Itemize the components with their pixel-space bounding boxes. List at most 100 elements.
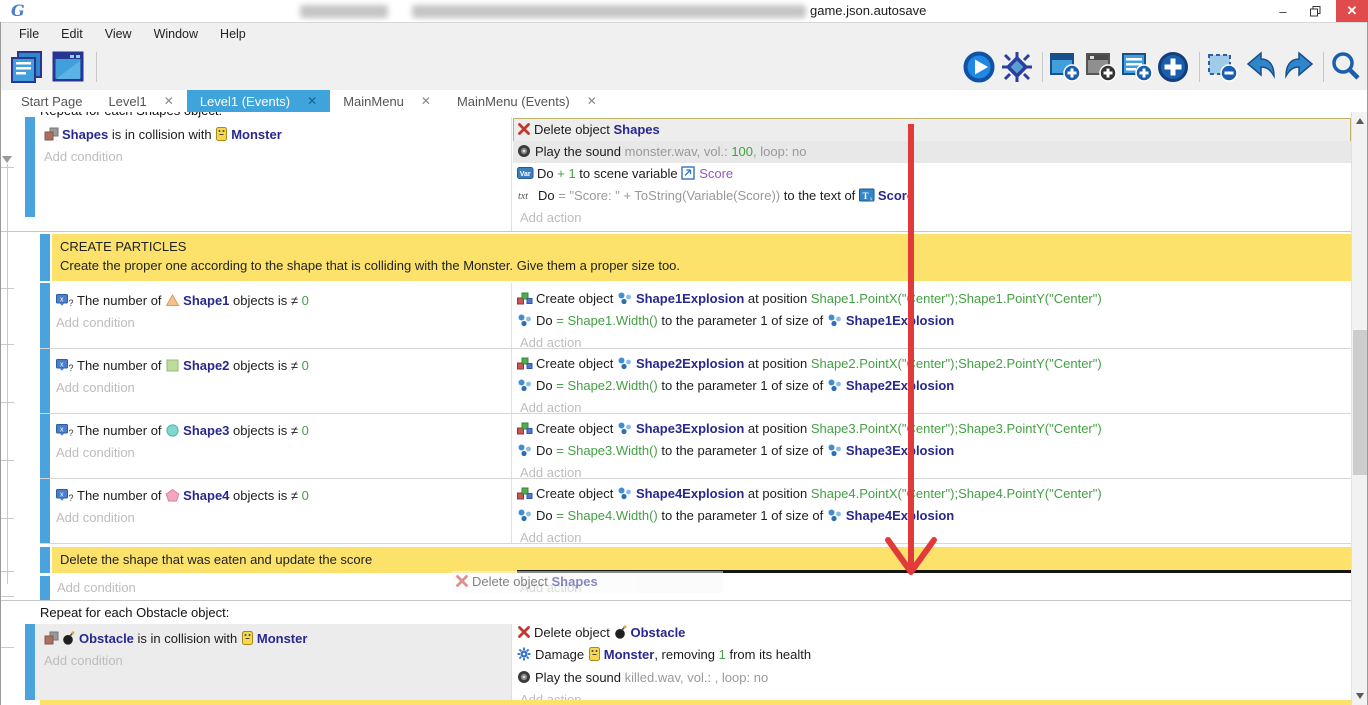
- event-bar[interactable]: [40, 349, 50, 413]
- svg-text:?: ?: [69, 493, 74, 502]
- vertical-scrollbar[interactable]: [1351, 112, 1368, 705]
- count-icon: x?: [56, 487, 74, 509]
- tab-close-icon[interactable]: ✕: [307, 94, 317, 108]
- tab-close-icon[interactable]: ✕: [164, 94, 174, 108]
- tab-level1[interactable]: Level1✕: [95, 90, 186, 112]
- action-row[interactable]: Create object Shape4Explosion at positio…: [517, 483, 1102, 505]
- preview-play-icon[interactable]: [961, 49, 997, 85]
- events-sheet: Repeat for each Shapes object: Shapes is…: [0, 112, 1368, 705]
- svg-text:x: x: [60, 492, 64, 499]
- txt-icon: txt: [517, 187, 535, 209]
- event-bar[interactable]: [40, 479, 50, 543]
- menu-view[interactable]: View: [94, 27, 143, 41]
- event-bar[interactable]: [25, 624, 35, 700]
- create-icon: [517, 290, 533, 312]
- menu-help[interactable]: Help: [209, 27, 257, 41]
- condition-row[interactable]: x?The number of Shape3 objects is ≠ 0: [56, 420, 309, 442]
- svg-text:txt: txt: [518, 191, 528, 202]
- var-icon: Var: [517, 165, 534, 187]
- shape3-icon: [165, 422, 180, 444]
- menu-file[interactable]: File: [8, 27, 50, 41]
- action-row[interactable]: Play the sound killed.wav, vol.: , loop:…: [517, 667, 768, 689]
- comment-block[interactable]: CREATE PARTICLES Create the proper one a…: [52, 234, 1351, 281]
- particles-icon: [517, 507, 533, 529]
- condition-row[interactable]: x?The number of Shape4 objects is ≠ 0: [56, 485, 309, 507]
- event-header[interactable]: Repeat for each Obstacle object:: [40, 602, 229, 624]
- toolbar-divider: [1323, 52, 1324, 82]
- action-row[interactable]: Play the sound monster.wav, vol.: 100, l…: [517, 141, 807, 163]
- tab-start-page[interactable]: Start Page: [8, 90, 95, 112]
- add-condition[interactable]: Add condition: [56, 312, 135, 334]
- condition-row[interactable]: Shapes is in collision with Monster: [44, 124, 282, 146]
- add-condition[interactable]: Add condition: [57, 577, 136, 599]
- add-comment-icon[interactable]: [1119, 49, 1155, 85]
- event-bar[interactable]: [25, 117, 35, 217]
- create-icon: [517, 485, 533, 507]
- add-condition[interactable]: Add condition: [44, 146, 123, 168]
- event-bar[interactable]: [40, 414, 50, 478]
- add-condition[interactable]: Add condition: [56, 377, 135, 399]
- column-divider: [511, 624, 512, 700]
- menu-window[interactable]: Window: [143, 27, 209, 41]
- minimize-button[interactable]: –: [1268, 0, 1298, 22]
- add-action[interactable]: Add action: [520, 462, 581, 484]
- add-action[interactable]: Add action: [520, 207, 581, 229]
- tab-level1-events[interactable]: Level1 (Events)✕: [187, 90, 330, 112]
- particles-icon: [617, 485, 633, 507]
- add-sub-event-icon[interactable]: [1083, 49, 1119, 85]
- add-action[interactable]: Add action: [520, 332, 581, 354]
- tab-close-icon[interactable]: ✕: [587, 94, 597, 108]
- add-condition[interactable]: Add condition: [44, 650, 123, 672]
- action-row[interactable]: Create object Shape1Explosion at positio…: [517, 288, 1102, 310]
- tab-mainmenu[interactable]: MainMenu✕: [330, 90, 444, 112]
- shape4-icon: [165, 487, 180, 509]
- delete-event-icon[interactable]: [1204, 49, 1240, 85]
- add-condition[interactable]: Add condition: [56, 442, 135, 464]
- event-bar[interactable]: [40, 283, 50, 348]
- menu-edit[interactable]: Edit: [50, 27, 94, 41]
- count-icon: x?: [56, 357, 74, 379]
- project-manager-icon[interactable]: [8, 49, 44, 85]
- scroll-up-icon[interactable]: [1356, 118, 1364, 124]
- scroll-down-icon[interactable]: [1356, 693, 1364, 699]
- red-annotation-arrow: [880, 122, 950, 592]
- event-bar[interactable]: [40, 576, 50, 600]
- add-action[interactable]: Add action: [520, 397, 581, 419]
- scene-editor-icon[interactable]: [50, 49, 86, 85]
- add-action[interactable]: Add action: [520, 527, 581, 549]
- event-bar[interactable]: [40, 547, 50, 573]
- close-button[interactable]: ✕: [1336, 0, 1368, 22]
- action-row[interactable]: Create object Shape3Explosion at positio…: [517, 418, 1102, 440]
- add-other-icon[interactable]: [1155, 49, 1191, 85]
- search-icon[interactable]: [1328, 49, 1364, 85]
- undo-icon[interactable]: [1243, 49, 1279, 85]
- drag-ghost-action[interactable]: Delete object Shapes: [452, 571, 723, 593]
- debug-icon[interactable]: [999, 49, 1035, 85]
- tree-guide: [1, 167, 14, 168]
- restore-button[interactable]: [1300, 0, 1330, 22]
- add-event-icon[interactable]: [1047, 49, 1083, 85]
- add-condition[interactable]: Add condition: [56, 507, 135, 529]
- action-row[interactable]: VarDo + 1 to scene variable Score: [517, 163, 733, 185]
- event-bar[interactable]: [40, 234, 50, 281]
- redo-icon[interactable]: [1281, 49, 1317, 85]
- condition-row[interactable]: x?The number of Shape2 objects is ≠ 0: [56, 355, 309, 377]
- title-bar: G game.json.autosave – ✕: [0, 0, 1368, 22]
- gdevelop-logo-icon: G: [11, 1, 25, 20]
- action-row[interactable]: Damage Monster, removing 1 from its heal…: [517, 644, 811, 666]
- collapse-arrow-icon[interactable]: [2, 156, 12, 163]
- svg-text:Var: Var: [520, 171, 531, 178]
- condition-row[interactable]: x?The number of Shape1 objects is ≠ 0: [56, 290, 309, 312]
- particles-icon: [617, 355, 633, 377]
- tab-mainmenu-events[interactable]: MainMenu (Events)✕: [444, 90, 610, 112]
- tab-bar: Start Page Level1✕ Level1 (Events)✕ Main…: [0, 90, 1368, 112]
- event-header-clipped[interactable]: Repeat for each Shapes object:: [40, 112, 222, 122]
- action-row[interactable]: txtDo = "Score: " + ToString(Variable(Sc…: [517, 185, 914, 207]
- tab-close-icon[interactable]: ✕: [421, 94, 431, 108]
- shape2-icon: [165, 357, 180, 379]
- scrollbar-thumb[interactable]: [1353, 330, 1368, 475]
- action-row[interactable]: Delete object Obstacle: [517, 622, 685, 644]
- svg-text:x: x: [60, 297, 64, 304]
- condition-row[interactable]: Obstacle is in collision with Monster: [44, 628, 307, 650]
- action-row[interactable]: Create object Shape2Explosion at positio…: [517, 353, 1102, 375]
